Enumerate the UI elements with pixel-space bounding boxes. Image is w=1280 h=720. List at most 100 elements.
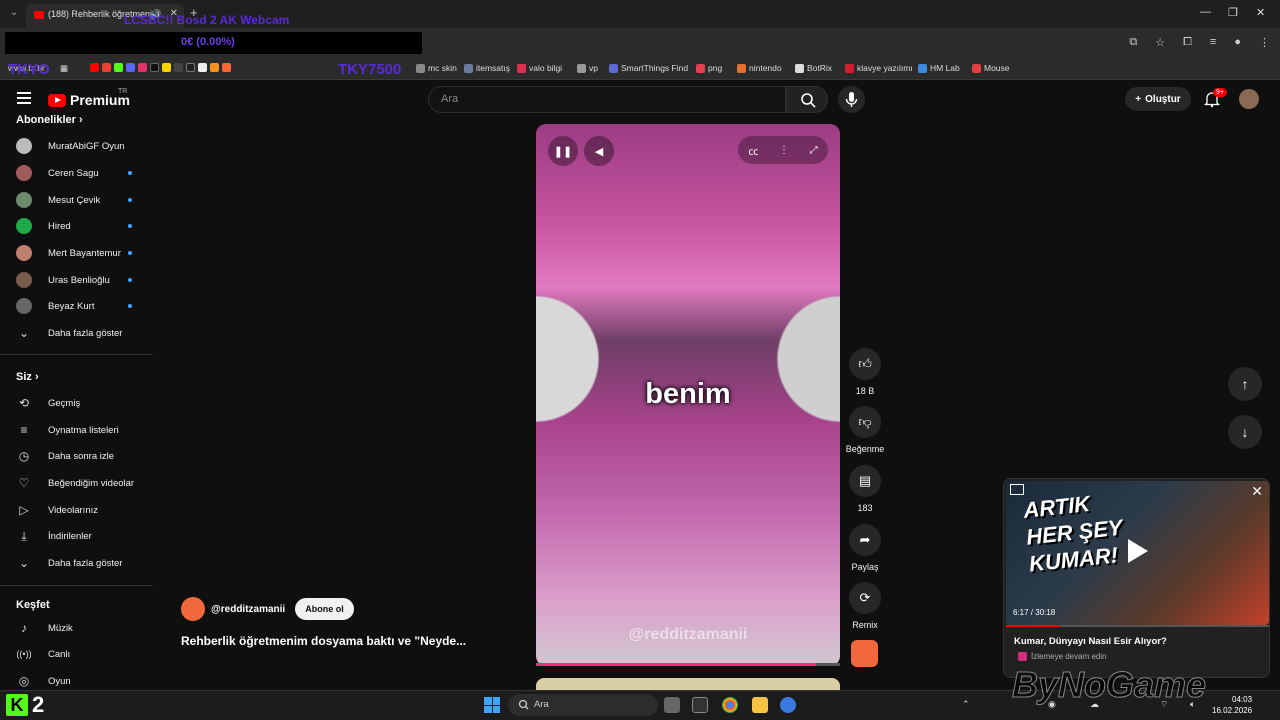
- sidebar-divider: [0, 354, 153, 355]
- sidebar-item-live[interactable]: ((•)) Canlı: [16, 643, 146, 665]
- tab-search-icon[interactable]: ⌄: [6, 5, 22, 21]
- comments-button[interactable]: ▤: [849, 465, 881, 497]
- pause-button[interactable]: ❚❚: [548, 136, 578, 166]
- youtube-premium-logo[interactable]: Premium TR: [48, 88, 130, 108]
- tray-discord-icon[interactable]: ◉: [1048, 699, 1056, 710]
- sidebar-sub-0[interactable]: MuratAbiGF Oyun: [16, 135, 146, 157]
- share-action[interactable]: ➦ Paylaş: [846, 524, 884, 572]
- next-short-preview[interactable]: [536, 678, 840, 690]
- bookmark-0[interactable]: mc skin: [416, 63, 457, 73]
- subscriptions-heading[interactable]: Abonelikler ›: [16, 114, 83, 126]
- search-button[interactable]: [786, 86, 828, 113]
- more-options-icon[interactable]: ⋮: [779, 145, 789, 156]
- bookmark-2[interactable]: valo bilgi: [517, 63, 562, 73]
- tray-volume-icon[interactable]: 🔈︎: [1190, 699, 1195, 710]
- share-button[interactable]: ➦: [849, 524, 881, 556]
- file-explorer-icon[interactable]: [752, 697, 768, 713]
- sidebar-sub-2[interactable]: Mesut Çevik: [16, 189, 146, 211]
- sidebar-subs-more[interactable]: ⌄ Daha fazla göster: [16, 322, 146, 344]
- sidebar-item-music[interactable]: ♪ Müzik: [16, 617, 146, 639]
- sidebar-item-liked[interactable]: ♡ Beğendiğim videolar: [16, 472, 146, 494]
- apps-grid-icon[interactable]: ▦: [60, 63, 68, 74]
- sidebar-sub-4[interactable]: Mert Bayantemur: [16, 242, 146, 264]
- sidebar-sub-6[interactable]: Beyaz Kurt: [16, 295, 146, 317]
- dislike-action[interactable]: 👎︎ Beğenme: [846, 406, 884, 454]
- like-action[interactable]: 👍︎ 18 B: [846, 348, 884, 396]
- remix-action[interactable]: ⟳ Remix: [846, 582, 884, 630]
- bookmark-1[interactable]: itemsatış: [464, 63, 510, 73]
- notifications-button[interactable]: 9+: [1203, 88, 1227, 108]
- cast-icon[interactable]: ⧉: [1129, 36, 1137, 49]
- bookmark-5[interactable]: png: [696, 63, 722, 73]
- voice-search-button[interactable]: [838, 86, 865, 113]
- mini-player[interactable]: ARTIK HER ŞEY KUMAR! 6:17 / 30:18 ✕ Kuma…: [1003, 478, 1270, 678]
- tray-network-icon[interactable]: ⌔: [1160, 699, 1168, 710]
- bookmark-3[interactable]: vp: [577, 63, 598, 73]
- notification-badge: 9+: [1213, 88, 1227, 97]
- dislike-button[interactable]: 👎︎: [849, 406, 881, 438]
- video-progress-bar[interactable]: [536, 663, 840, 666]
- windows-start-icon[interactable]: [484, 697, 500, 713]
- sidebar-item-downloads[interactable]: ⤓ İndirilenler: [16, 525, 146, 547]
- volume-button[interactable]: ◀: [584, 136, 614, 166]
- sidebar-sub-5[interactable]: Uras Benlioğlu: [16, 269, 146, 291]
- bookmark-9[interactable]: HM Lab: [918, 63, 960, 73]
- menu-icon[interactable]: ⋮: [1259, 36, 1270, 49]
- shorts-video-player[interactable]: ❚❚ ◀ ㏄ ⋮ ⤢ benim @redditzamanii: [536, 124, 840, 666]
- extensions-icon[interactable]: ⧠: [1183, 36, 1192, 49]
- hamburger-menu-icon[interactable]: [17, 92, 31, 104]
- gmail-icon: [102, 63, 111, 72]
- sound-avatar[interactable]: [851, 640, 878, 667]
- sidebar-item-gaming[interactable]: ◎ Oyun: [16, 670, 146, 692]
- bookmark-10[interactable]: Mouse: [972, 63, 1010, 73]
- bookmark-7[interactable]: BotRix: [795, 63, 832, 73]
- sidebar-you-more[interactable]: ⌄ Daha fazla göster: [16, 552, 146, 574]
- mini-player-thumbnail[interactable]: ARTIK HER ŞEY KUMAR! 6:17 / 30:18: [1006, 481, 1269, 625]
- account-avatar[interactable]: [1239, 89, 1259, 109]
- channel-avatar[interactable]: [181, 597, 205, 621]
- close-icon[interactable]: ✕: [1251, 483, 1263, 500]
- mini-player-title[interactable]: Kumar, Dünyayı Nasıl Esir Alıyor?: [1014, 636, 1167, 647]
- sidebar-item-history[interactable]: ⟲ Geçmiş: [16, 392, 146, 414]
- profile-icon[interactable]: ●: [1234, 36, 1241, 49]
- comments-action[interactable]: ▤ 183: [846, 465, 884, 513]
- sidebar-sub-3[interactable]: Hired: [16, 215, 146, 237]
- minimize-icon[interactable]: —: [1200, 6, 1211, 18]
- play-icon[interactable]: [1128, 539, 1148, 563]
- remix-button[interactable]: ⟳: [849, 582, 881, 614]
- bookmark-4[interactable]: SmartThings Find: [609, 63, 688, 73]
- channel-name[interactable]: @redditzamanii: [211, 604, 285, 615]
- taskbar-clock[interactable]: 04:03 16.02.2026: [1212, 694, 1252, 716]
- maximize-icon[interactable]: ❐: [1228, 6, 1238, 19]
- subscribe-button[interactable]: Abone ol: [295, 598, 354, 620]
- expand-player-icon[interactable]: [1010, 484, 1024, 495]
- bookmark-star-icon[interactable]: ☆: [1155, 36, 1165, 49]
- tray-overflow-icon[interactable]: ⌃: [962, 699, 970, 710]
- sidebar-sub-1[interactable]: Ceren Sagu: [16, 162, 146, 184]
- close-window-icon[interactable]: ✕: [1256, 6, 1265, 19]
- sidebar-item-playlists[interactable]: ≡ Oynatma listeleri: [16, 419, 146, 441]
- captions-icon[interactable]: ㏄: [748, 143, 758, 158]
- taskbar-search[interactable]: Ara: [508, 694, 658, 716]
- sidebar-item-watch-later[interactable]: ◷ Daha sonra izle: [16, 445, 146, 467]
- bookmark-icon: [517, 63, 526, 73]
- bookmark-8[interactable]: klavye yazılımı: [845, 63, 913, 73]
- mini-player-progress[interactable]: [1006, 625, 1269, 627]
- create-button[interactable]: + Oluştur: [1125, 87, 1191, 111]
- next-short-button[interactable]: ↓: [1228, 415, 1262, 449]
- short-title[interactable]: Rehberlik öğretmenim dosyama baktı ve "N…: [181, 634, 466, 648]
- tray-cloud-icon[interactable]: ☁: [1090, 699, 1099, 710]
- chrome-icon[interactable]: [722, 697, 738, 713]
- like-button[interactable]: 👍︎: [849, 348, 881, 380]
- previous-short-button[interactable]: ↑: [1228, 367, 1262, 401]
- copilot-icon[interactable]: [780, 697, 796, 713]
- bookmark-icons-row[interactable]: [90, 63, 231, 72]
- sidebar-item-your-videos[interactable]: ▷ Videolarınız: [16, 499, 146, 521]
- media-icon[interactable]: ≡: [1210, 36, 1216, 49]
- bookmark-6[interactable]: nintendo: [737, 63, 782, 73]
- task-view-icon[interactable]: [664, 697, 680, 713]
- app-icon[interactable]: [692, 697, 708, 713]
- you-heading[interactable]: Siz ›: [16, 371, 39, 383]
- search-input[interactable]: Ara: [428, 86, 786, 113]
- fullscreen-icon[interactable]: ⤢: [810, 145, 818, 156]
